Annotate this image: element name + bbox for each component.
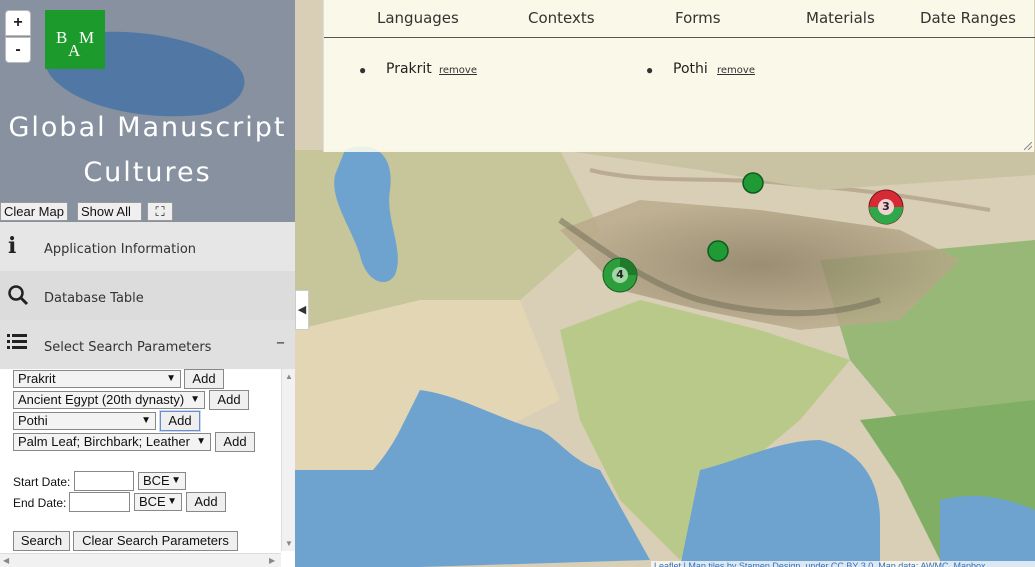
- zoom-out-button[interactable]: -: [5, 37, 31, 63]
- dropdown-arrow-icon: ▼: [166, 373, 176, 384]
- app-title-line: Cultures: [83, 157, 212, 188]
- add-date-button[interactable]: Add: [186, 492, 226, 512]
- logo-letter: M: [79, 28, 95, 47]
- dropdown-arrow-icon: ▼: [141, 415, 151, 426]
- end-date-label: End Date:: [13, 496, 67, 510]
- scroll-left-icon[interactable]: ◀: [3, 556, 9, 565]
- dropdown-arrow-icon: ▼: [171, 475, 181, 486]
- marker-cluster[interactable]: 4: [601, 256, 639, 294]
- cluster-count: 3: [882, 200, 890, 213]
- list-icon: [7, 334, 27, 349]
- bullet-icon: ●: [646, 63, 654, 77]
- search-button[interactable]: Search: [13, 531, 70, 551]
- language-select[interactable]: Prakrit ▼: [13, 370, 181, 388]
- dropdown-arrow-icon: ▼: [190, 394, 200, 405]
- scroll-up-icon[interactable]: ▲: [285, 372, 293, 381]
- sidebar-header: + - B M A Global Manuscript Cultures Cle…: [0, 0, 295, 222]
- menu-item-select-search-parameters[interactable]: Select Search Parameters –: [0, 320, 295, 369]
- dropdown-arrow-icon: ▼: [196, 436, 206, 447]
- form-select[interactable]: Pothi ▼: [13, 412, 156, 430]
- menu-item-label: Select Search Parameters: [44, 340, 212, 355]
- material-select-value: Palm Leaf; Birchbark; Leather: [18, 434, 190, 449]
- sidebar-toggle-icon[interactable]: ◀: [295, 290, 309, 330]
- menu-item-application-information[interactable]: i Application Information: [0, 222, 295, 271]
- tab-languages[interactable]: Languages: [377, 9, 459, 27]
- start-era-value: BCE: [143, 473, 170, 488]
- menu-item-label: Database Table: [44, 291, 144, 306]
- fullscreen-icon[interactable]: ⛶: [147, 202, 173, 221]
- resize-handle-icon[interactable]: [1024, 142, 1032, 150]
- zoom-in-button[interactable]: +: [5, 10, 31, 36]
- context-select[interactable]: Ancient Egypt (20th dynasty) ▼: [13, 391, 205, 409]
- tab-contexts[interactable]: Contexts: [528, 9, 595, 27]
- start-era-select[interactable]: BCE ▼: [138, 472, 186, 490]
- clear-map-button[interactable]: Clear Map: [0, 202, 68, 221]
- form-select-value: Pothi: [18, 413, 48, 428]
- map-marker[interactable]: [706, 240, 730, 264]
- map-attribution[interactable]: Leaflet | Map tiles by Stamen Design, un…: [651, 561, 1035, 567]
- end-date-input[interactable]: [69, 492, 130, 512]
- logo[interactable]: B M A: [45, 10, 105, 69]
- filter-chip-label: Pothi: [673, 61, 708, 77]
- app-title-line: Global Manuscript: [8, 112, 287, 143]
- active-filters-panel: Languages Contexts Forms Materials Date …: [323, 0, 1035, 152]
- filter-remove-link[interactable]: remove: [439, 65, 477, 76]
- material-select[interactable]: Palm Leaf; Birchbark; Leather ▼: [13, 433, 211, 451]
- start-date-input[interactable]: [74, 471, 134, 491]
- logo-letter: A: [68, 41, 81, 60]
- menu-item-label: Application Information: [44, 242, 197, 257]
- marker-cluster[interactable]: 3: [867, 188, 905, 226]
- logo-letter: B: [56, 28, 68, 47]
- show-all-button[interactable]: Show All: [77, 202, 142, 221]
- tab-forms[interactable]: Forms: [675, 9, 721, 27]
- tab-divider: [324, 37, 1035, 38]
- dropdown-arrow-icon: ▼: [167, 496, 177, 507]
- start-date-label: Start Date:: [13, 475, 71, 489]
- cluster-count: 4: [616, 268, 624, 281]
- horizontal-scrollbar[interactable]: ◀ ▶: [0, 553, 281, 567]
- clear-search-parameters-button[interactable]: Clear Search Parameters: [73, 531, 238, 551]
- scroll-right-icon[interactable]: ▶: [269, 556, 275, 565]
- filter-chip-label: Prakrit: [386, 61, 432, 77]
- tab-materials[interactable]: Materials: [806, 9, 875, 27]
- search-icon: [8, 285, 29, 306]
- language-select-value: Prakrit: [18, 371, 56, 386]
- collapse-icon[interactable]: –: [276, 332, 285, 353]
- add-form-button[interactable]: Add: [160, 411, 200, 431]
- tab-date-ranges[interactable]: Date Ranges: [920, 9, 1016, 27]
- end-era-value: BCE: [139, 494, 166, 509]
- app-title: Global Manuscript Cultures: [0, 105, 295, 195]
- map-marker[interactable]: [741, 172, 765, 196]
- end-era-select[interactable]: BCE ▼: [134, 493, 182, 511]
- add-material-button[interactable]: Add: [215, 432, 255, 452]
- info-icon: i: [8, 233, 17, 259]
- bullet-icon: ●: [359, 63, 367, 77]
- vertical-scrollbar[interactable]: ▲ ▼: [281, 369, 295, 551]
- filter-remove-link[interactable]: remove: [717, 65, 755, 76]
- search-parameters-panel: Prakrit ▼ Add Ancient Egypt (20th dynasty…: [0, 369, 295, 567]
- context-select-value: Ancient Egypt (20th dynasty): [18, 392, 185, 407]
- add-language-button[interactable]: Add: [184, 369, 224, 389]
- menu-item-database-table[interactable]: Database Table: [0, 271, 295, 320]
- add-context-button[interactable]: Add: [209, 390, 249, 410]
- scroll-down-icon[interactable]: ▼: [285, 539, 293, 548]
- sidebar: + - B M A Global Manuscript Cultures Cle…: [0, 0, 295, 567]
